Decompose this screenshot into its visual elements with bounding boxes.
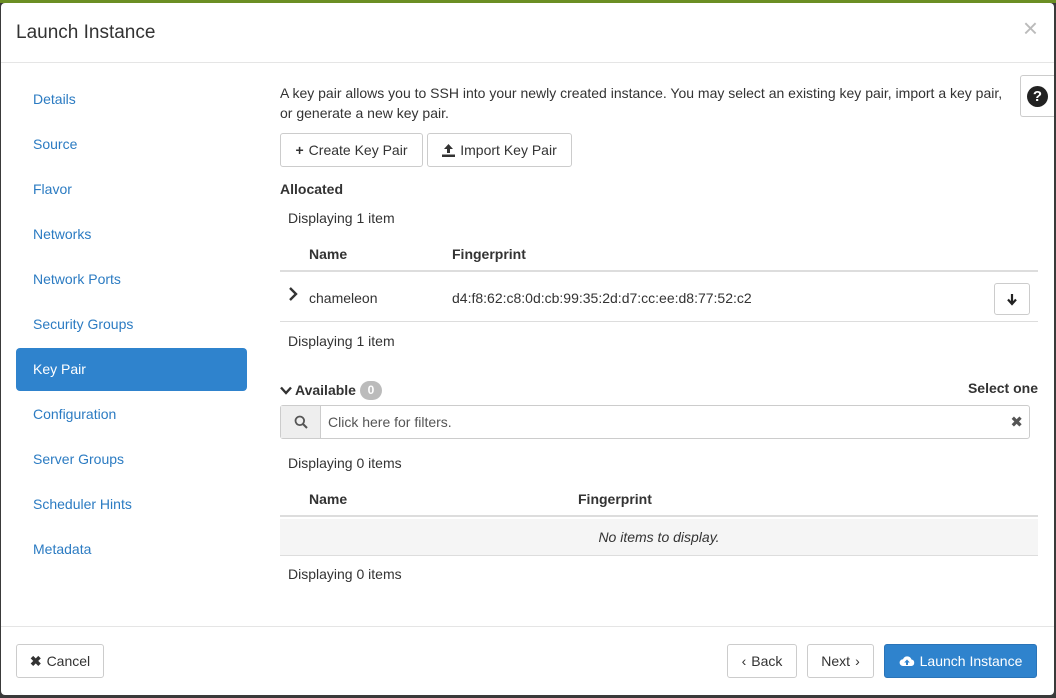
select-one-hint: Select one bbox=[967, 380, 1038, 396]
close-icon[interactable]: × bbox=[1023, 15, 1038, 41]
plus-icon: + bbox=[295, 142, 304, 158]
allocated-count-bottom: Displaying 1 item bbox=[288, 333, 395, 349]
close-icon: ✖ bbox=[29, 652, 42, 669]
clear-filter-icon[interactable]: ✖ bbox=[1010, 413, 1023, 431]
sidebar-item-server-groups[interactable]: Server Groups bbox=[16, 438, 247, 481]
column-header-fingerprint[interactable]: Fingerprint bbox=[578, 491, 652, 507]
allocated-heading: Allocated bbox=[280, 181, 344, 197]
empty-table-row: No items to display. bbox=[280, 519, 1038, 556]
available-count-bottom: Displaying 0 items bbox=[288, 566, 402, 582]
upload-icon bbox=[442, 143, 456, 157]
import-key-pair-button[interactable]: Import Key Pair bbox=[427, 133, 572, 167]
sidebar-item-configuration[interactable]: Configuration bbox=[16, 393, 247, 436]
cancel-label: Cancel bbox=[46, 653, 91, 669]
back-label: Back bbox=[751, 653, 783, 669]
chevron-right-icon: › bbox=[855, 653, 860, 669]
search-icon bbox=[281, 406, 321, 438]
sidebar-item-metadata[interactable]: Metadata bbox=[16, 528, 247, 571]
launch-instance-modal: Launch Instance × Details Source Flavor … bbox=[1, 3, 1054, 695]
available-heading: Available bbox=[295, 382, 356, 398]
modal-footer: ✖ Cancel ‹ Back Next › Launch Instance bbox=[1, 626, 1054, 695]
wizard-sidebar: Details Source Flavor Networks Network P… bbox=[16, 78, 247, 573]
launch-instance-button[interactable]: Launch Instance bbox=[884, 644, 1037, 678]
modal-title: Launch Instance bbox=[16, 22, 156, 43]
back-button[interactable]: ‹ Back bbox=[727, 644, 797, 678]
modal-header: Launch Instance × bbox=[1, 3, 1054, 63]
sidebar-item-details[interactable]: Details bbox=[16, 78, 247, 121]
chevron-left-icon: ‹ bbox=[741, 653, 747, 669]
sidebar-item-security-groups[interactable]: Security Groups bbox=[16, 303, 247, 346]
column-header-name[interactable]: Name bbox=[309, 246, 347, 262]
sidebar-item-networks[interactable]: Networks bbox=[16, 213, 247, 256]
filter-input[interactable] bbox=[322, 406, 1002, 438]
chevron-down-icon bbox=[280, 383, 292, 398]
sidebar-item-network-ports[interactable]: Network Ports bbox=[16, 258, 247, 301]
column-header-name[interactable]: Name bbox=[309, 491, 347, 507]
key-pair-name: chameleon bbox=[309, 290, 378, 306]
cloud-upload-icon bbox=[899, 656, 914, 666]
launch-instance-label: Launch Instance bbox=[919, 653, 1023, 669]
sidebar-item-scheduler-hints[interactable]: Scheduler Hints bbox=[16, 483, 247, 526]
create-key-pair-button[interactable]: + Create Key Pair bbox=[280, 133, 423, 167]
question-circle-icon: ? bbox=[1027, 85, 1048, 107]
sidebar-item-key-pair[interactable]: Key Pair bbox=[16, 348, 247, 391]
next-label: Next bbox=[821, 653, 851, 669]
sidebar-item-source[interactable]: Source bbox=[16, 123, 247, 166]
allocated-count-top: Displaying 1 item bbox=[288, 210, 395, 226]
key-pair-description: A key pair allows you to SSH into your n… bbox=[280, 85, 1003, 121]
import-key-pair-label: Import Key Pair bbox=[460, 142, 557, 158]
column-header-fingerprint[interactable]: Fingerprint bbox=[452, 246, 526, 262]
deallocate-button[interactable] bbox=[994, 283, 1030, 315]
no-items-message: No items to display. bbox=[598, 529, 720, 545]
filter-bar: ✖ bbox=[280, 405, 1030, 439]
chevron-right-icon[interactable] bbox=[288, 287, 298, 306]
available-table-header: Name Fingerprint bbox=[280, 481, 1038, 517]
create-key-pair-label: Create Key Pair bbox=[308, 142, 408, 158]
cancel-button[interactable]: ✖ Cancel bbox=[16, 644, 104, 678]
allocated-table-header: Name Fingerprint bbox=[280, 236, 1038, 272]
arrow-down-icon bbox=[1007, 293, 1017, 306]
key-pair-fingerprint: d4:f8:62:c8:0d:cb:99:35:2d:d7:cc:ee:d8:7… bbox=[452, 290, 752, 306]
sidebar-item-flavor[interactable]: Flavor bbox=[16, 168, 247, 211]
available-count-top: Displaying 0 items bbox=[288, 455, 402, 471]
table-row[interactable]: chameleon d4:f8:62:c8:0d:cb:99:35:2d:d7:… bbox=[280, 274, 1038, 322]
available-count-badge: 0 bbox=[359, 381, 382, 400]
help-button[interactable]: ? bbox=[1020, 75, 1054, 117]
available-toggle[interactable]: Available 0 bbox=[280, 381, 382, 400]
available-header: Available 0 Select one bbox=[280, 379, 1038, 403]
next-button[interactable]: Next › bbox=[807, 644, 874, 678]
